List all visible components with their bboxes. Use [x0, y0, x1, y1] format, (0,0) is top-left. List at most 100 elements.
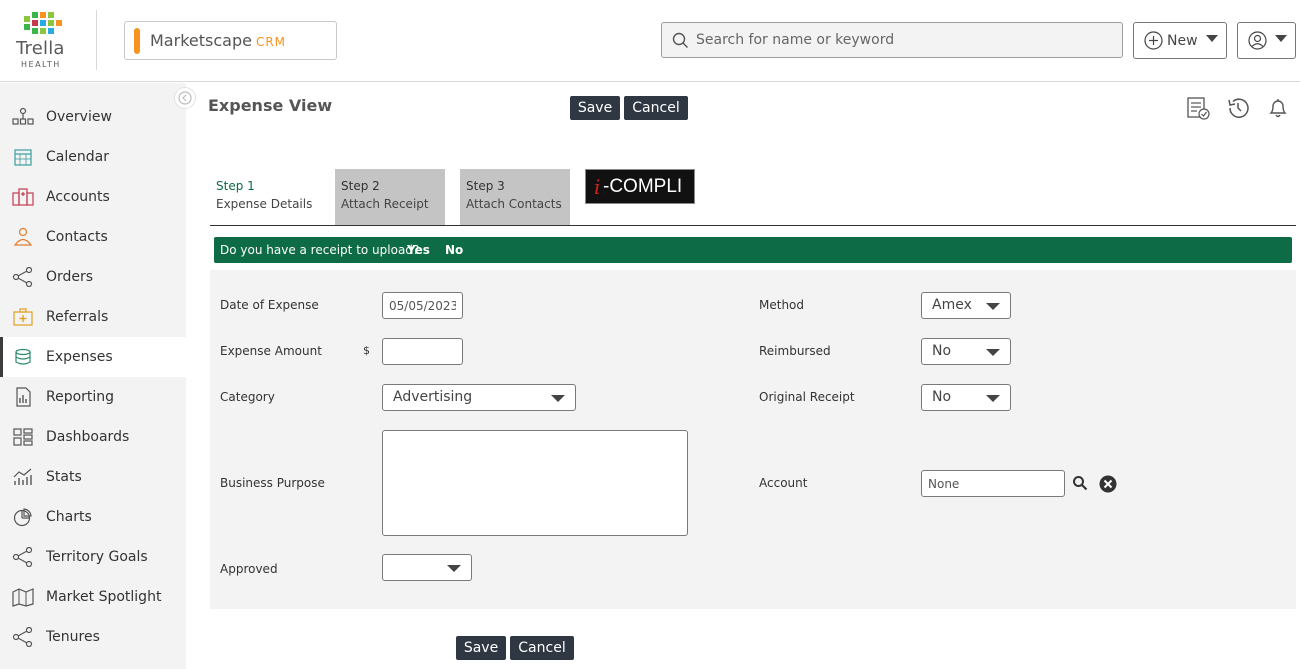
app-color-bar	[134, 28, 140, 54]
tab-step-label: Attach Contacts	[466, 197, 562, 211]
territory-goals-icon	[12, 547, 33, 567]
logo-subtitle: HEALTH	[21, 60, 61, 69]
search-icon[interactable]	[1072, 475, 1088, 491]
app-switcher[interactable]: Marketscape CRM	[124, 21, 337, 60]
original-receipt-select[interactable]: No	[921, 384, 1011, 411]
sidebar-item-reporting[interactable]: Reporting	[0, 377, 186, 417]
chevron-down-icon	[986, 395, 1000, 402]
chevron-down-icon	[447, 565, 461, 572]
expense-form	[210, 270, 1296, 609]
sidebar-item-expenses[interactable]: Expenses	[0, 337, 186, 377]
sidebar-item-territory-goals[interactable]: Territory Goals	[0, 537, 186, 577]
calendar-icon	[14, 149, 32, 166]
sidebar-item-label: Charts	[46, 509, 92, 525]
sidebar-item-label: Market Spotlight	[46, 589, 162, 605]
receipt-no-link[interactable]: No	[445, 243, 463, 257]
cancel-button-bottom[interactable]: Cancel	[510, 636, 574, 660]
original-receipt-label: Original Receipt	[759, 390, 855, 404]
search-icon	[672, 32, 688, 48]
sidebar-item-tenures[interactable]: Tenures	[0, 617, 186, 657]
tab-step-2[interactable]: Step 2 Attach Receipt	[335, 169, 445, 225]
charts-icon	[13, 508, 32, 527]
tenures-icon	[12, 627, 33, 647]
market-spotlight-icon	[12, 588, 34, 607]
tab-step-number: Step 3	[466, 179, 505, 193]
tab-step-number: Step 1	[216, 179, 255, 193]
sidebar-item-label: Referrals	[46, 309, 109, 325]
search-box[interactable]	[661, 22, 1123, 58]
save-button-top[interactable]: Save	[570, 96, 620, 120]
sidebar-item-referrals[interactable]: Referrals	[0, 297, 186, 337]
sidebar-item-label: Expenses	[46, 349, 113, 365]
receipt-yes-link[interactable]: Yes	[407, 243, 430, 257]
category-select[interactable]: Advertising	[382, 384, 576, 411]
sidebar-item-calendar[interactable]: Calendar	[0, 137, 186, 177]
sidebar-item-label: Contacts	[46, 229, 108, 245]
date-label: Date of Expense	[220, 298, 319, 312]
sidebar-item-charts[interactable]: Charts	[0, 497, 186, 537]
reimbursed-select[interactable]: No	[921, 338, 1011, 365]
new-button[interactable]: New	[1133, 22, 1227, 59]
approved-label: Approved	[220, 562, 278, 576]
icompli-logo-button[interactable]: i -COMPLI	[585, 169, 695, 204]
search-input[interactable]	[696, 29, 1116, 51]
checklist-icon[interactable]	[1186, 96, 1210, 120]
user-menu-button[interactable]	[1237, 22, 1296, 59]
icompli-logo-i: i	[594, 175, 601, 199]
orders-icon	[12, 267, 33, 287]
tab-step-3[interactable]: Step 3 Attach Contacts	[460, 169, 570, 225]
sidebar-item-overview[interactable]: Overview	[0, 97, 186, 137]
tab-step-1[interactable]: Step 1 Expense Details	[210, 169, 320, 225]
account-label: Account	[759, 476, 808, 490]
contacts-icon	[13, 227, 33, 246]
method-selected: Amex	[932, 297, 972, 313]
plus-circle-icon	[1144, 31, 1163, 50]
clear-icon[interactable]	[1099, 475, 1117, 493]
sidebar-item-label: Orders	[46, 269, 94, 285]
notification-bell-icon[interactable]	[1266, 96, 1290, 120]
business-purpose-textarea[interactable]	[382, 430, 688, 536]
sidebar-item-contacts[interactable]: Contacts	[0, 217, 186, 257]
header-divider	[96, 10, 97, 70]
chevron-down-icon	[986, 303, 1000, 310]
account-input[interactable]	[921, 470, 1065, 497]
category-label: Category	[220, 390, 275, 404]
save-button-bottom[interactable]: Save	[456, 636, 506, 660]
expense-amount-input[interactable]	[382, 338, 463, 365]
chevron-down-icon	[1206, 35, 1218, 42]
logo-wordmark: Trella	[16, 38, 65, 59]
sidebar-item-label: Dashboards	[46, 429, 130, 445]
tab-step-label: Attach Receipt	[341, 197, 429, 211]
trella-logo[interactable]: Trella HEALTH	[14, 10, 74, 70]
approved-select[interactable]	[382, 554, 472, 581]
date-of-expense-input[interactable]	[382, 292, 463, 319]
receipt-question: Do you have a receipt to upload?	[220, 243, 420, 257]
reimbursed-selected: No	[932, 343, 952, 359]
page-title: Expense View	[208, 96, 333, 115]
referrals-icon	[13, 308, 33, 326]
original-receipt-selected: No	[932, 389, 952, 405]
sidebar: Overview Calendar Accounts Contacts Orde…	[0, 83, 186, 669]
sidebar-item-label: Tenures	[46, 629, 100, 645]
sidebar-collapse-button[interactable]	[174, 87, 196, 109]
cancel-button-top[interactable]: Cancel	[624, 96, 688, 120]
sidebar-item-dashboards[interactable]: Dashboards	[0, 417, 186, 457]
method-select[interactable]: Amex	[921, 292, 1011, 319]
currency-symbol: $	[363, 344, 370, 357]
history-icon[interactable]	[1226, 96, 1250, 120]
sidebar-item-label: Overview	[46, 109, 112, 125]
sidebar-item-market-spotlight[interactable]: Market Spotlight	[0, 577, 186, 617]
icompli-logo-text: -COMPLI	[603, 176, 683, 197]
sidebar-item-accounts[interactable]: Accounts	[0, 177, 186, 217]
reimbursed-label: Reimbursed	[759, 344, 831, 358]
sidebar-item-label: Accounts	[46, 189, 110, 205]
stats-icon	[13, 468, 32, 485]
sidebar-item-label: Calendar	[46, 149, 109, 165]
dashboards-icon	[13, 428, 33, 446]
business-purpose-label: Business Purpose	[220, 476, 325, 490]
sidebar-item-orders[interactable]: Orders	[0, 257, 186, 297]
amount-label: Expense Amount	[220, 344, 322, 358]
sidebar-item-stats[interactable]: Stats	[0, 457, 186, 497]
sidebar-item-label: Stats	[46, 469, 82, 485]
app-name: Marketscape CRM	[150, 31, 287, 50]
